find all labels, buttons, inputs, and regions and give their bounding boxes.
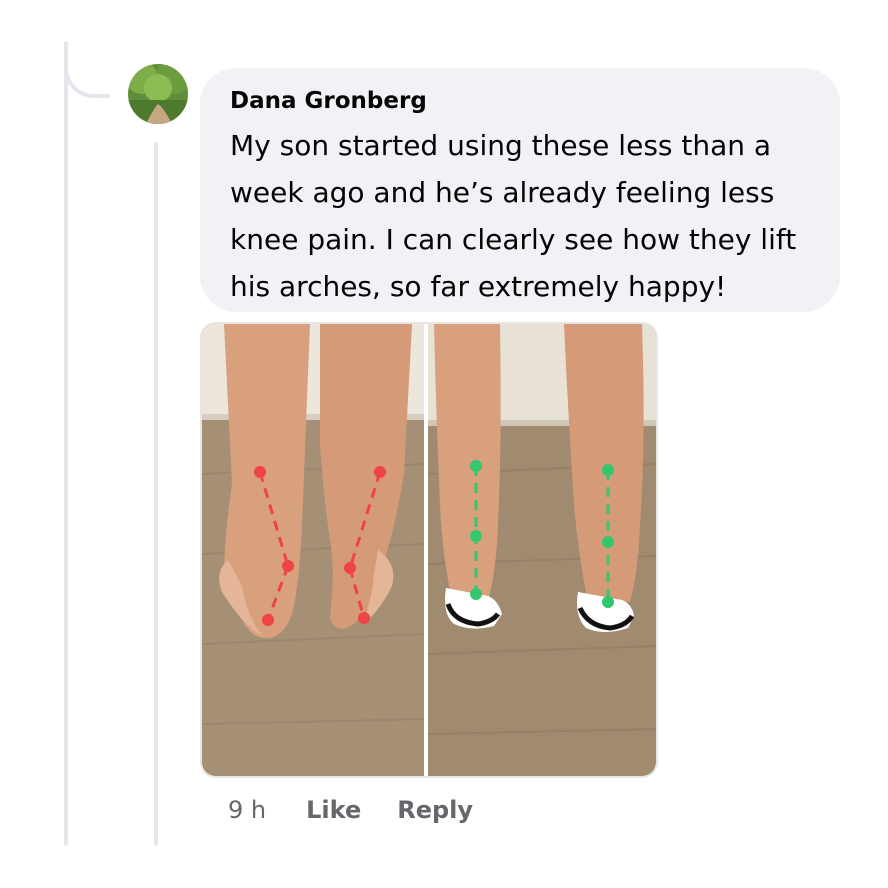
author-name[interactable]: Dana Gronberg	[230, 86, 820, 116]
like-button[interactable]: Like	[306, 796, 361, 824]
avatar-image	[128, 64, 188, 124]
avatar[interactable]	[128, 64, 188, 124]
comment-timestamp[interactable]: 9 h	[228, 796, 266, 824]
reply-button[interactable]: Reply	[397, 796, 473, 824]
comment-actions: 9 h Like Reply	[228, 790, 473, 830]
comment-bubble: Dana Gronberg My son started using these…	[200, 68, 840, 312]
comment-line: knee pain. I can clearly see how they li…	[230, 223, 797, 256]
comment-line: My son started using these less than a	[230, 129, 772, 162]
before-after-feet-image	[202, 324, 656, 776]
comment-line: week ago and he’s already feeling less	[230, 176, 775, 209]
comment-text: My son started using these less than a w…	[230, 122, 830, 310]
thread-line	[64, 42, 68, 846]
comment-line: his arches, so far extremely happy!	[230, 270, 727, 303]
reply-thread-line	[154, 142, 158, 846]
thread-connector	[64, 42, 110, 98]
comment-photo[interactable]	[200, 322, 658, 778]
